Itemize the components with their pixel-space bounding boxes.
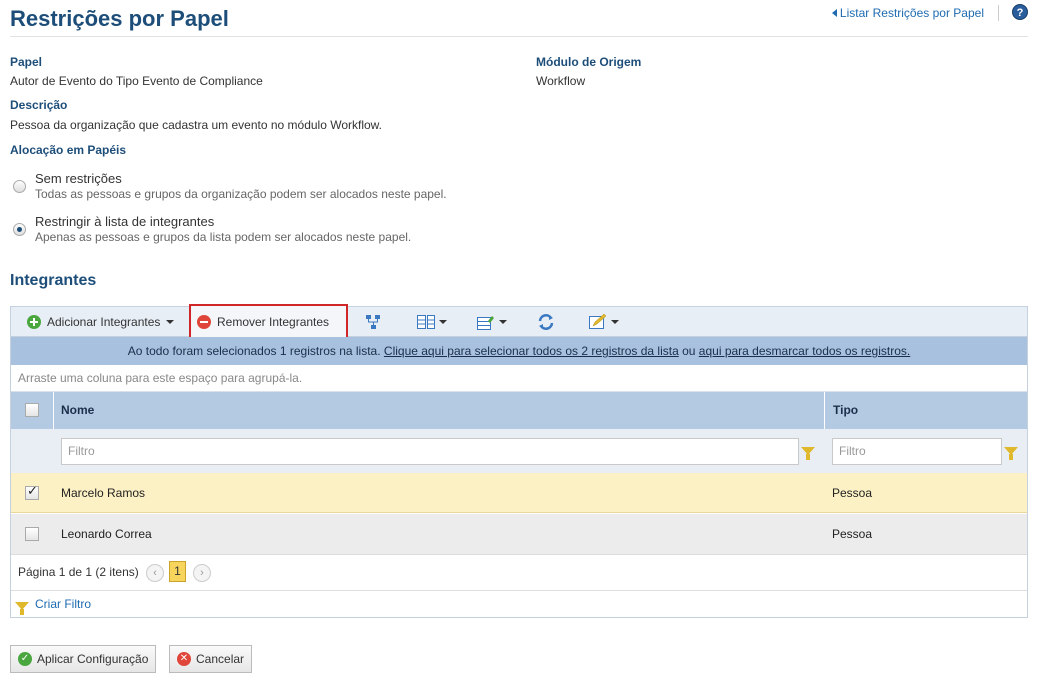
integrantes-grid: Adicionar Integrantes Remover Integrante… [10, 304, 1028, 618]
edit-icon [589, 314, 607, 329]
apply-button[interactable]: ✓ Aplicar Configuração [10, 645, 157, 673]
cancel-icon: ✕ [177, 652, 191, 666]
funnel-icon[interactable] [1004, 447, 1018, 460]
selection-bar: Ao todo foram selecionados 1 registros n… [11, 337, 1027, 365]
pager-info: Página 1 de 1 (2 itens) [18, 565, 139, 579]
page-number-current[interactable]: 1 [169, 561, 186, 582]
radio-sem-restricoes-label[interactable]: Sem restrições [35, 171, 122, 186]
cancel-button[interactable]: ✕ Cancelar [169, 645, 253, 673]
filter-row: Filtro Filtro [11, 429, 1027, 473]
add-icon [27, 315, 41, 329]
column-divider [53, 392, 54, 429]
remove-integrantes-label: Remover Integrantes [217, 315, 330, 329]
export-button[interactable] [471, 307, 513, 337]
funnel-icon[interactable] [801, 447, 815, 460]
radio-sem-restricoes-desc: Todas as pessoas e grupos da organização… [35, 187, 447, 201]
pager: Página 1 de 1 (2 itens) ‹ 1 › [11, 554, 1027, 590]
add-integrantes-button[interactable]: Adicionar Integrantes [21, 307, 180, 337]
refresh-icon[interactable] [538, 314, 554, 330]
grid-header-row: Nome Tipo [11, 392, 1027, 429]
nome-filter-input[interactable]: Filtro [61, 438, 799, 465]
row-tipo: Pessoa [832, 486, 873, 500]
remove-icon [197, 315, 211, 329]
column-header-nome[interactable]: Nome [61, 392, 94, 429]
radio-restringir-label[interactable]: Restringir à lista de integrantes [35, 214, 214, 229]
selection-bar-or: ou [682, 344, 696, 358]
row-checkbox[interactable] [25, 527, 39, 541]
hierarchy-icon[interactable] [365, 314, 381, 330]
page-title: Restrições por Papel [10, 6, 229, 31]
funnel-icon [15, 602, 29, 615]
radio-sem-restricoes[interactable] [13, 180, 26, 193]
radio-restringir-desc: Apenas as pessoas e grupos da lista pode… [35, 230, 412, 244]
title-divider [10, 36, 1028, 37]
modulo-value: Workflow [536, 74, 586, 88]
back-arrow-icon [831, 9, 837, 17]
group-drop-area[interactable]: Arraste uma coluna para este espaço para… [11, 365, 1027, 392]
row-nome: Marcelo Ramos [61, 486, 146, 500]
alocacao-label: Alocação em Papéis [10, 143, 127, 157]
selection-bar-text: Ao todo foram selecionados 1 registros n… [127, 344, 381, 358]
header-separator [998, 5, 999, 21]
help-icon[interactable]: ? [1012, 4, 1028, 20]
columns-button[interactable] [411, 307, 453, 337]
descricao-value: Pessoa da organização que cadastra um ev… [10, 118, 382, 132]
table-row[interactable]: Marcelo Ramos Pessoa [11, 473, 1027, 513]
list-restrictions-link[interactable]: Listar Restrições por Papel [831, 6, 984, 20]
row-checkbox[interactable] [25, 484, 39, 500]
descricao-label: Descrição [10, 98, 68, 112]
modulo-label: Módulo de Origem [536, 55, 642, 69]
cancel-button-label: Cancelar [196, 652, 245, 666]
apply-button-label: Aplicar Configuração [37, 652, 149, 666]
export-icon [477, 316, 494, 330]
columns-icon [417, 315, 435, 329]
integrantes-title: Integrantes [10, 272, 97, 289]
create-filter-link[interactable]: Criar Filtro [35, 597, 91, 611]
grid-toolbar: Adicionar Integrantes Remover Integrante… [11, 304, 1027, 340]
row-tipo: Pessoa [832, 527, 873, 541]
table-row[interactable]: Leonardo Correa Pessoa [11, 514, 1027, 554]
papel-value: Autor de Evento do Tipo Evento de Compli… [10, 74, 263, 88]
chevron-down-icon [611, 320, 619, 324]
edit-view-button[interactable] [583, 307, 625, 337]
deselect-all-link[interactable]: aqui para desmarcar todos os registros. [699, 344, 910, 358]
tipo-filter-input[interactable]: Filtro [832, 438, 1002, 465]
next-page-icon[interactable]: › [193, 564, 211, 582]
chevron-down-icon [166, 320, 175, 324]
chevron-down-icon [499, 320, 507, 324]
column-header-tipo[interactable]: Tipo [833, 392, 858, 429]
list-restrictions-link-label: Listar Restrições por Papel [839, 6, 984, 20]
remove-integrantes-button[interactable]: Remover Integrantes [189, 304, 348, 340]
add-integrantes-label: Adicionar Integrantes [47, 315, 161, 329]
chevron-down-icon [439, 320, 447, 324]
column-divider [824, 392, 825, 429]
papel-label: Papel [10, 55, 43, 69]
select-all-link[interactable]: Clique aqui para selecionar todos os 2 r… [384, 344, 679, 358]
check-icon: ✓ [18, 652, 32, 666]
prev-page-icon[interactable]: ‹ [146, 564, 164, 582]
row-nome: Leonardo Correa [61, 527, 152, 541]
select-all-checkbox[interactable] [25, 403, 39, 417]
radio-restringir[interactable] [13, 223, 26, 236]
create-filter-row: Criar Filtro [11, 590, 1027, 618]
